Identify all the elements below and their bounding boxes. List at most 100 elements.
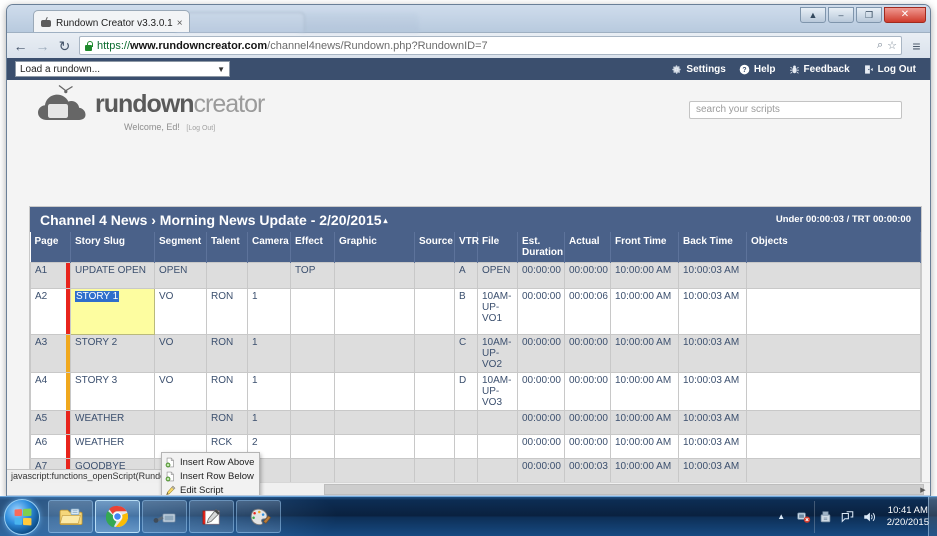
tab-close-icon[interactable]: ×: [177, 18, 183, 29]
cell-story-slug[interactable]: UPDATE OPEN: [70, 262, 155, 289]
cell-story-slug[interactable]: WEATHER: [70, 434, 155, 459]
cell-graphic[interactable]: [334, 434, 415, 459]
table-row[interactable]: A5 WEATHER RON 1 00:00:00 00:00:00 10:00:00 AM…: [30, 410, 921, 435]
cell-vtr[interactable]: [454, 458, 478, 483]
cell-page[interactable]: A5: [30, 410, 71, 435]
cell-effect[interactable]: [290, 334, 335, 373]
horizontal-scrollbar[interactable]: ▶: [7, 482, 930, 495]
cell-talent[interactable]: RON: [206, 288, 248, 335]
cell-actual[interactable]: 00:00:00: [564, 262, 611, 289]
window-close-button[interactable]: ✕: [884, 7, 926, 23]
cell-objects[interactable]: [746, 288, 921, 335]
editor-taskbar-button[interactable]: [189, 500, 234, 533]
cell-front-time[interactable]: 10:00:00 AM: [610, 334, 679, 373]
col-vtr[interactable]: VTR: [454, 232, 479, 263]
collapse-caret-icon[interactable]: ▴: [384, 216, 388, 225]
cell-back-time[interactable]: 10:00:03 AM: [678, 372, 747, 411]
cell-back-time[interactable]: 10:00:03 AM: [678, 434, 747, 459]
browser-tab-active[interactable]: Rundown Creator v3.3.0.1 ×: [33, 10, 190, 32]
cell-story-slug[interactable]: STORY 3: [70, 372, 155, 411]
context-menu-item-insert-row-above[interactable]: Insert Row Above: [162, 455, 259, 469]
cell-front-time[interactable]: 10:00:00 AM: [610, 262, 679, 289]
table-row[interactable]: A2 STORY 1 VO RON 1 B 10AM-UP-VO1 00:00:00 00:00…: [30, 288, 921, 335]
cell-back-time[interactable]: 10:00:03 AM: [678, 410, 747, 435]
col-est-duration[interactable]: Est. Duration: [517, 232, 565, 263]
cell-talent[interactable]: RON: [206, 410, 248, 435]
search-scripts-input[interactable]: search your scripts: [689, 101, 902, 119]
cell-vtr[interactable]: [454, 434, 478, 459]
col-front-time[interactable]: Front Time: [610, 232, 679, 263]
address-bar[interactable]: https://www.rundowncreator.com/channel4n…: [79, 36, 902, 55]
cell-segment[interactable]: OPEN: [154, 262, 207, 289]
background-tab-2[interactable]: [299, 13, 419, 32]
cell-story-slug[interactable]: WEATHER: [70, 410, 155, 435]
cell-source[interactable]: [414, 288, 455, 335]
cell-effect[interactable]: TOP: [290, 262, 335, 289]
chrome-taskbar-button[interactable]: [95, 500, 140, 533]
col-talent[interactable]: Talent: [206, 232, 248, 263]
cell-segment[interactable]: VO: [154, 372, 207, 411]
cell-source[interactable]: [414, 410, 455, 435]
cell-effect[interactable]: [290, 458, 335, 483]
col-effect[interactable]: Effect: [290, 232, 335, 263]
cell-camera[interactable]: 1: [247, 372, 291, 411]
col-actual[interactable]: Actual: [564, 232, 611, 263]
cell-source[interactable]: [414, 262, 455, 289]
table-row[interactable]: A4 STORY 3 VO RON 1 D 10AM-UP-VO3 00:00:00 00:00…: [30, 372, 921, 411]
cell-est-duration[interactable]: 00:00:00: [517, 458, 565, 483]
col-segment[interactable]: Segment: [154, 232, 207, 263]
load-rundown-select[interactable]: Load a rundown... ▼: [15, 61, 230, 77]
taskbar-clock[interactable]: 10:41 AM 2/20/2015: [884, 505, 933, 529]
table-row[interactable]: A3 STORY 2 VO RON 1 C 10AM-UP-VO2 00:00:00 00:00…: [30, 334, 921, 373]
cell-vtr[interactable]: A: [454, 262, 478, 289]
cell-vtr[interactable]: B: [454, 288, 478, 335]
cell-actual[interactable]: 00:00:03: [564, 458, 611, 483]
cell-segment[interactable]: VO: [154, 334, 207, 373]
context-menu-item-edit-script[interactable]: Edit Script: [162, 483, 259, 495]
header-logout-link[interactable]: [Log Out]: [186, 125, 215, 132]
cell-vtr[interactable]: D: [454, 372, 478, 411]
page-title[interactable]: Channel 4 News › Morning News Update - 2…: [40, 212, 388, 228]
cell-story-slug[interactable]: STORY 1: [70, 288, 155, 335]
start-button[interactable]: [4, 499, 40, 535]
cell-back-time[interactable]: 10:00:03 AM: [678, 334, 747, 373]
cell-front-time[interactable]: 10:00:00 AM: [610, 434, 679, 459]
cell-source[interactable]: [414, 372, 455, 411]
window-minimize-button[interactable]: –: [828, 7, 854, 23]
cell-file[interactable]: [477, 410, 518, 435]
cell-segment[interactable]: [154, 410, 207, 435]
cell-vtr[interactable]: C: [454, 334, 478, 373]
cell-front-time[interactable]: 10:00:00 AM: [610, 372, 679, 411]
cell-page[interactable]: A3: [30, 334, 71, 373]
volume-icon[interactable]: [862, 509, 877, 524]
cell-file[interactable]: [477, 434, 518, 459]
scroll-right-arrow-icon[interactable]: ▶: [917, 484, 929, 495]
explorer-taskbar-button[interactable]: [48, 500, 93, 533]
zoom-icon[interactable]: ⌕: [877, 39, 883, 52]
forward-icon[interactable]: →: [35, 38, 50, 53]
network-error-icon[interactable]: [796, 509, 811, 524]
cell-front-time[interactable]: 10:00:00 AM: [610, 410, 679, 435]
window-maximize-button[interactable]: ❐: [856, 7, 882, 23]
cell-objects[interactable]: [746, 372, 921, 411]
cell-camera[interactable]: 1: [247, 288, 291, 335]
col-page[interactable]: Page: [30, 232, 71, 263]
cell-graphic[interactable]: [334, 334, 415, 373]
cell-page[interactable]: A6: [30, 434, 71, 459]
cell-est-duration[interactable]: 00:00:00: [517, 334, 565, 373]
cell-back-time[interactable]: 10:00:03 AM: [678, 262, 747, 289]
cell-est-duration[interactable]: 00:00:00: [517, 434, 565, 459]
cell-objects[interactable]: [746, 262, 921, 289]
cell-camera[interactable]: 1: [247, 410, 291, 435]
col-back-time[interactable]: Back Time: [678, 232, 747, 263]
cell-file[interactable]: [477, 458, 518, 483]
background-tab-1[interactable]: [175, 12, 305, 32]
cell-effect[interactable]: [290, 288, 335, 335]
cell-file[interactable]: 10AM-UP-VO1: [477, 288, 518, 335]
col-file[interactable]: File: [477, 232, 518, 263]
cell-file[interactable]: OPEN: [477, 262, 518, 289]
cell-front-time[interactable]: 10:00:00 AM: [610, 288, 679, 335]
cell-actual[interactable]: 00:00:00: [564, 372, 611, 411]
cell-est-duration[interactable]: 00:00:00: [517, 288, 565, 335]
cell-graphic[interactable]: [334, 288, 415, 335]
